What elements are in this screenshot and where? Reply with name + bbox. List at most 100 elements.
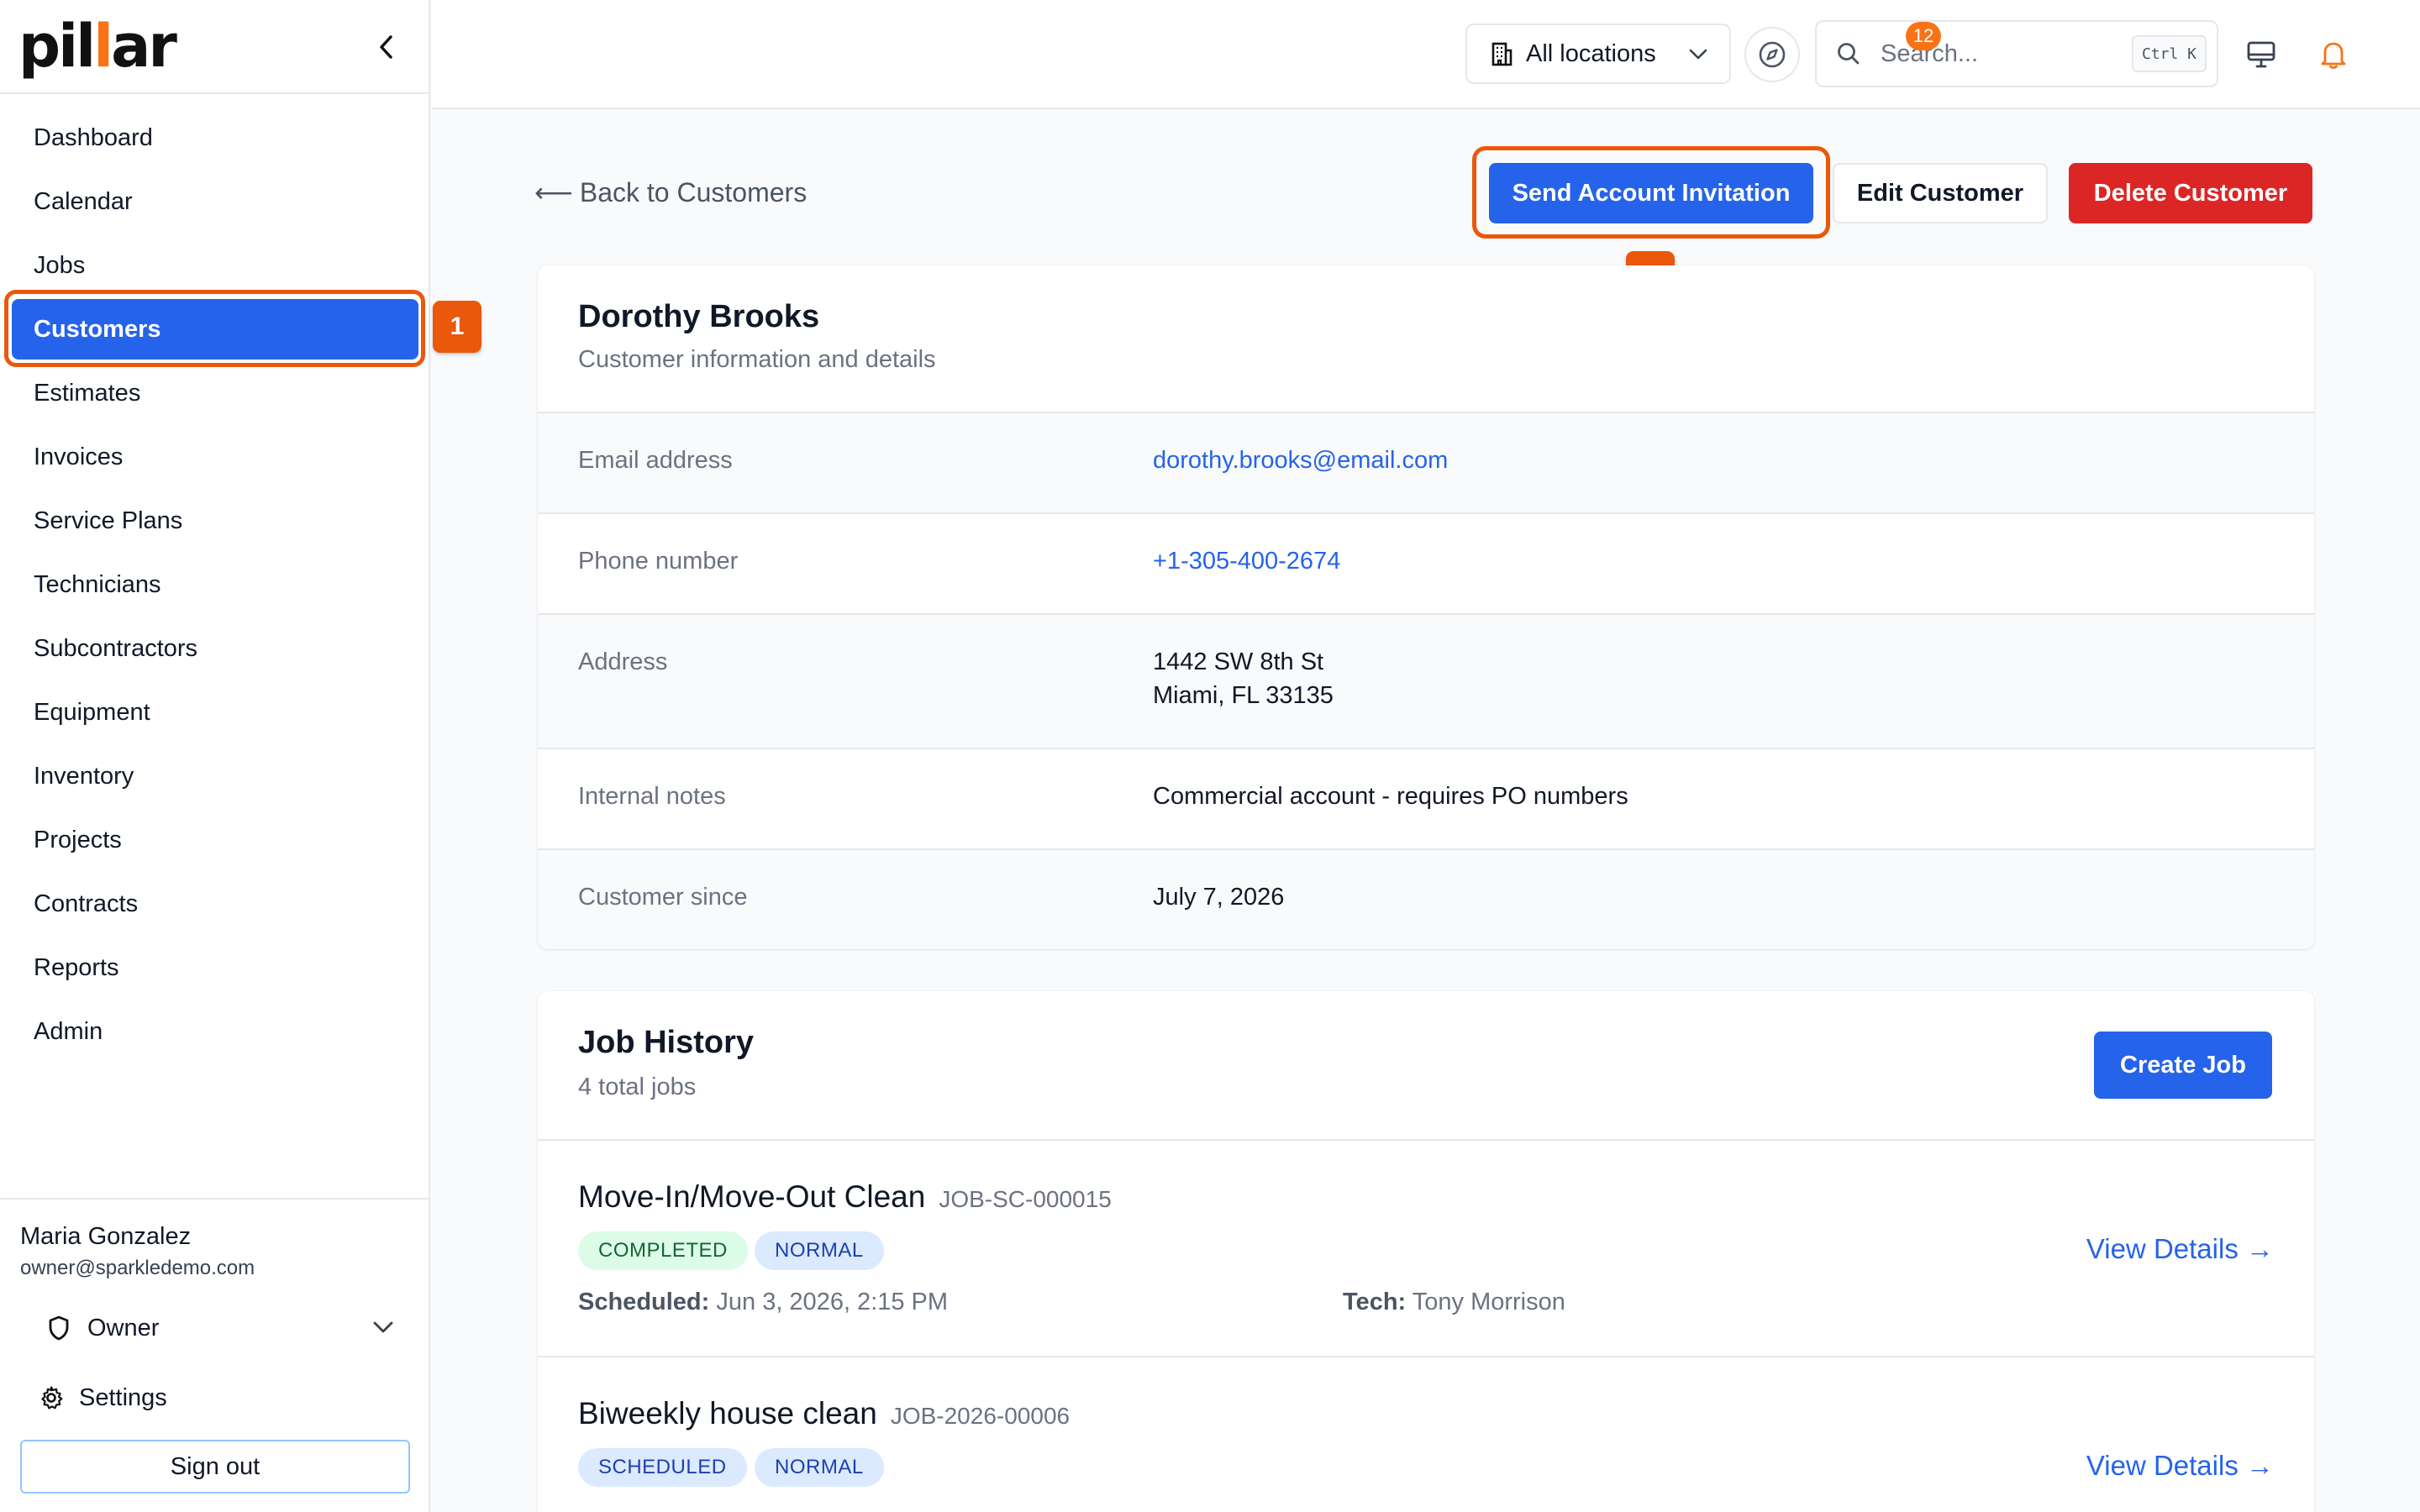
shield-icon [49, 1315, 69, 1341]
customer-since-label: Customer since [578, 884, 748, 911]
scheduled-prefix: Scheduled: [578, 1289, 710, 1315]
notes-value: Commercial account - requires PO numbers [1153, 783, 1628, 810]
pillar-logo[interactable]: pillar [18, 17, 177, 76]
chevron-left-icon [380, 35, 392, 59]
sidebar-item-technicians[interactable]: Technicians [12, 554, 418, 615]
bell-icon [2321, 42, 2346, 69]
annotation-highlight-customers [4, 290, 425, 367]
sidebar-item-label: Invoices [34, 443, 124, 470]
display-button[interactable] [2240, 34, 2282, 76]
sidebar-item-projects[interactable]: Projects [12, 810, 418, 870]
sidebar-item-equipment[interactable]: Equipment [12, 682, 418, 743]
sidebar-item-service-plans[interactable]: Service Plans [12, 491, 418, 551]
status-badge: SCHEDULED [578, 1448, 747, 1487]
sidebar-item-label: Contracts [34, 890, 139, 917]
sidebar-item-label: Jobs [34, 251, 86, 279]
global-search[interactable]: Ctrl K [1815, 20, 2218, 87]
email-row: Email address dorothy.brooks@email.com [538, 412, 2314, 512]
collapse-sidebar-button[interactable] [370, 30, 403, 64]
sidebar-item-dashboard[interactable]: Dashboard [12, 108, 418, 168]
sidebar-item-label: Equipment [34, 698, 150, 726]
user-panel: Maria Gonzalez owner@sparkledemo.com Own… [0, 1198, 430, 1512]
annotation-badge-1: 1 [433, 301, 481, 353]
notes-label: Internal notes [578, 783, 726, 810]
sidebar-item-invoices[interactable]: Invoices [12, 427, 418, 487]
chevron-down-icon [373, 1321, 393, 1333]
role-label: Owner [87, 1314, 160, 1341]
explore-button[interactable] [1744, 27, 1800, 82]
sidebar-item-label: Dashboard [34, 123, 153, 151]
sidebar-item-contracts[interactable]: Contracts [12, 874, 418, 934]
search-icon [1838, 43, 1860, 65]
sidebar-item-label: Technicians [34, 570, 161, 598]
job-scheduled: Scheduled: Jun 3, 2026, 2:15 PM [578, 1289, 948, 1316]
status-badge: COMPLETED [578, 1231, 748, 1270]
settings-link[interactable]: Settings [20, 1373, 167, 1423]
address-line-1: 1442 SW 8th St [1153, 648, 1324, 675]
user-email: owner@sparkledemo.com [20, 1257, 255, 1279]
building-icon [1491, 42, 1512, 66]
sidebar-item-estimates[interactable]: Estimates [12, 363, 418, 423]
email-link[interactable]: dorothy.brooks@email.com [1153, 444, 1448, 477]
sidebar-item-jobs[interactable]: Jobs [12, 235, 418, 296]
job-title-text[interactable]: Move-In/Move-Out Clean [578, 1179, 925, 1214]
tech-prefix: Tech: [1343, 1289, 1407, 1315]
sidebar-item-label: Service Plans [34, 507, 183, 534]
sidebar: pillar Dashboard Calendar Jobs Customers… [0, 0, 430, 1512]
monitor-icon [2247, 41, 2275, 68]
customer-details-card: Dorothy Brooks Customer information and … [538, 265, 2314, 949]
compass-icon [1759, 41, 1786, 68]
sidebar-item-subcontractors[interactable]: Subcontractors [12, 618, 418, 679]
sidebar-item-label: Reports [34, 953, 119, 981]
sidebar-item-label: Inventory [34, 762, 134, 790]
arrow-left-icon: ⟵ [534, 177, 573, 207]
sidebar-item-calendar[interactable]: Calendar [12, 171, 418, 232]
sidebar-item-inventory[interactable]: Inventory [12, 746, 418, 806]
sidebar-item-admin[interactable]: Admin [12, 1001, 418, 1062]
gear-icon [41, 1386, 63, 1410]
phone-link[interactable]: +1-305-400-2674 [1153, 544, 1340, 578]
priority-badge: NORMAL [755, 1448, 884, 1487]
job-title-text[interactable]: Biweekly house clean [578, 1396, 877, 1431]
back-to-customers-link[interactable]: ⟵ Back to Customers [534, 176, 807, 208]
job-title: Move-In/Move-Out Clean JOB-SC-000015 [578, 1179, 1112, 1215]
job-history-title: Job History [578, 1025, 755, 1060]
job-title: Biweekly house clean JOB-2026-00006 [578, 1396, 1070, 1431]
job-technician: Tech: Tony Morrison [1343, 1289, 1565, 1316]
phone-row: Phone number +1-305-400-2674 [538, 512, 2314, 613]
job-count: 4 total jobs [578, 1074, 697, 1100]
customer-since-value: July 7, 2026 [1153, 884, 1285, 911]
sidebar-item-label: Projects [34, 826, 122, 853]
address-label: Address [578, 648, 668, 675]
sidebar-item-reports[interactable]: Reports [12, 937, 418, 998]
job-row: Biweekly house clean JOB-2026-00006 SCHED… [538, 1356, 2314, 1512]
annotation-highlight-send-invitation [1472, 146, 1830, 239]
top-bar: All locations Ctrl K [432, 0, 2420, 109]
location-label: All locations [1526, 39, 1656, 67]
phone-label: Phone number [578, 548, 739, 575]
view-details-link[interactable]: View Details → [2086, 1450, 2274, 1482]
notes-row: Internal notes Commercial account - requ… [538, 748, 2314, 848]
address-row: Address 1442 SW 8th St Miami, FL 33135 [538, 613, 2314, 748]
tech-value: Tony Morrison [1412, 1289, 1565, 1315]
customer-name: Dorothy Brooks [578, 299, 820, 334]
sidebar-item-label: Calendar [34, 187, 133, 215]
job-id: JOB-2026-00006 [890, 1403, 1071, 1429]
notifications-button[interactable] [2311, 34, 2356, 76]
location-select[interactable]: All locations [1465, 24, 1731, 84]
sign-out-button[interactable]: Sign out [20, 1440, 410, 1494]
email-label: Email address [578, 447, 733, 474]
sidebar-item-label: Subcontractors [34, 634, 198, 662]
create-job-button[interactable]: Create Job [2094, 1032, 2272, 1099]
back-label: Back to Customers [579, 176, 808, 207]
settings-label: Settings [79, 1383, 167, 1411]
view-details-link[interactable]: View Details → [2086, 1233, 2274, 1265]
brand-header: pillar [0, 0, 429, 94]
notification-count-badge: 12 [1906, 22, 1941, 50]
delete-customer-button[interactable]: Delete Customer [2069, 163, 2312, 223]
sidebar-item-label: Admin [34, 1017, 103, 1045]
role-selector[interactable]: Owner [20, 1299, 407, 1357]
edit-customer-button[interactable]: Edit Customer [1833, 163, 2048, 223]
job-id: JOB-SC-000015 [939, 1186, 1112, 1212]
chevron-down-icon [1689, 49, 1707, 60]
